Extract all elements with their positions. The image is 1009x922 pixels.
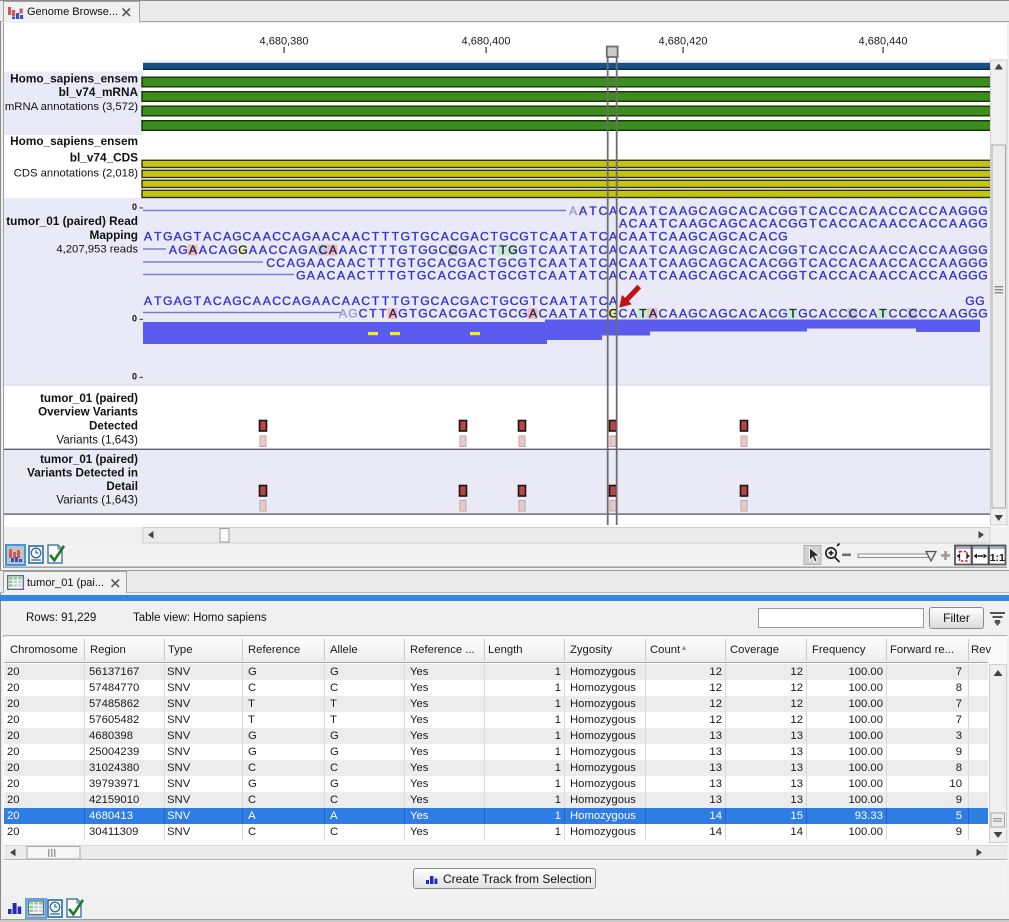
svg-text:4,207,953 reads: 4,207,953 reads xyxy=(56,244,138,256)
svg-text:AGAACAGGAACCAGACAAACTTTGTGGCCG: AGAACAGGAACCAGACAAACTTTGTGGCCGACTTGGTCAA… xyxy=(169,243,618,257)
svg-text:Overview Variants: Overview Variants xyxy=(38,406,138,419)
svg-text:Variants (1,643): Variants (1,643) xyxy=(56,494,138,507)
svg-text:4,680,400: 4,680,400 xyxy=(462,36,511,48)
svg-text:CAATCAAGCAGCACACG: CAATCAAGCAGCACACG xyxy=(619,230,788,244)
svg-text:T: T xyxy=(789,307,797,321)
svg-text:4,680,420: 4,680,420 xyxy=(659,36,708,48)
svg-text:bl_v74_CDS: bl_v74_CDS xyxy=(70,151,138,165)
svg-text:G: G xyxy=(238,243,247,257)
svg-text:tumor_01 (paired): tumor_01 (paired) xyxy=(40,453,138,466)
svg-text:ATGAGTACAGCAACCAGAACAACTTTGTGC: ATGAGTACAGCAACCAGAACAACTTTGTGCACGACTGCGT… xyxy=(144,230,618,244)
svg-text:CDS annotations (2,018): CDS annotations (2,018) xyxy=(14,168,139,180)
svg-text:0: 0 xyxy=(132,202,137,212)
svg-text:CAATCAAGCAGCACACGGTCACCACAACCA: CAATCAAGCAGCACACGGTCACCACAACCACCAAGGG xyxy=(619,269,988,283)
svg-text:CATACAAGCAGCACACGTGCACCCCATCCC: CATACAAGCAGCACACGTGCACCCCATCCCCCAAGGG xyxy=(619,307,988,321)
svg-text:A: A xyxy=(569,204,578,218)
svg-text:4,680,380: 4,680,380 xyxy=(260,36,309,48)
svg-text:Variants (1,643): Variants (1,643) xyxy=(56,434,138,447)
svg-text:0: 0 xyxy=(132,314,137,324)
svg-text:A: A xyxy=(389,307,398,321)
svg-text:C: C xyxy=(849,307,858,321)
svg-text:A: A xyxy=(649,307,658,321)
svg-text:Detail: Detail xyxy=(106,480,138,493)
svg-text:ACAATCAAGCAGCACACGGTCACCACAACC: ACAATCAAGCAGCACACGGTCACCACAACCACCAAGG xyxy=(619,217,988,231)
svg-text:Variants Detected in: Variants Detected in xyxy=(27,467,138,480)
svg-text:T: T xyxy=(639,307,647,321)
svg-text:Detected: Detected xyxy=(89,420,138,433)
svg-text:A: A xyxy=(189,243,198,257)
svg-text:A: A xyxy=(329,243,338,257)
svg-text:AG: AG xyxy=(339,307,358,321)
svg-text:CAATCAAGCAGCACACGGTCACCACAACCA: CAATCAAGCAGCACACGGTCACCACAACCACCAAGGG xyxy=(619,243,988,257)
svg-text:tumor_01 (paired): tumor_01 (paired) xyxy=(40,392,138,405)
svg-text:C: C xyxy=(449,243,458,257)
svg-text:G: G xyxy=(508,243,517,257)
svg-text:1:1: 1:1 xyxy=(990,552,1005,564)
svg-text:C: C xyxy=(909,307,918,321)
svg-text:Homo_sapiens_ensem: Homo_sapiens_ensem xyxy=(10,134,138,148)
svg-text:A: A xyxy=(529,307,538,321)
svg-text:C: C xyxy=(319,243,328,257)
svg-text:ATCA: ATCA xyxy=(579,204,618,218)
svg-text:T: T xyxy=(879,307,887,321)
svg-text:Mapping: Mapping xyxy=(90,228,139,242)
svg-text:mRNA annotations (3,572): mRNA annotations (3,572) xyxy=(5,101,138,113)
svg-text:4,680,440: 4,680,440 xyxy=(859,36,908,48)
svg-text:tumor_01 (paired) Read: tumor_01 (paired) Read xyxy=(6,214,138,228)
svg-text:bl_v74_mRNA: bl_v74_mRNA xyxy=(59,85,139,99)
svg-text:Homo_sapiens_ensem: Homo_sapiens_ensem xyxy=(10,72,138,86)
svg-text:GAACAACTTTGTGCACGACTGCGTCAATAT: GAACAACTTTGTGCACGACTGCGTCAATATCA xyxy=(296,269,618,283)
svg-text:0: 0 xyxy=(132,372,137,382)
svg-text:T: T xyxy=(499,243,507,257)
